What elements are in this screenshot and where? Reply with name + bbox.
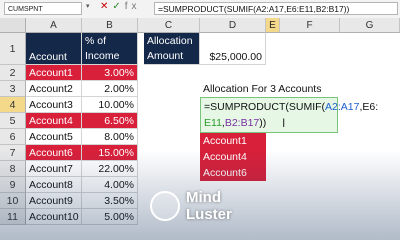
account-cell[interactable]: Account1 [26,65,82,81]
enter-icon[interactable]: ✓ [112,1,124,12]
row-header-9[interactable]: 9 [0,177,26,193]
name-box[interactable]: CUMSPNT [4,2,82,15]
formula-part: )) [259,117,267,129]
header-allocation-amount[interactable]: Allocation Amount [144,33,200,65]
column-header-f[interactable]: F [280,18,340,33]
row-header-10[interactable]: 10 [0,193,26,209]
row-header-4[interactable]: 4 [0,97,26,113]
row-header-1[interactable]: 1 [0,33,26,65]
formula-bar: CUMSPNT ▾ ✕✓fx =SUMPRODUCT(SUMIF(A2:A17,… [0,0,400,19]
brain-icon [150,191,180,221]
account-cell[interactable]: Account9 [26,193,82,209]
pct-cell[interactable]: 15.00% [82,145,138,161]
fx-icon[interactable]: fx [125,1,141,12]
selected-account-cell[interactable]: Account4 [200,149,266,165]
account-cell[interactable]: Account6 [26,145,82,161]
formula-part: =SUMPRODUCT(SUMIF( [204,101,326,113]
account-cell[interactable]: Account4 [26,113,82,129]
allocation-title[interactable]: Allocation For 3 Accounts [200,81,340,97]
column-header-e[interactable]: E [266,18,280,33]
selected-account-cell[interactable]: Account6 [200,165,266,181]
row-header-8[interactable]: 8 [0,161,26,177]
pct-cell[interactable]: 2.00% [82,81,138,97]
row-header-7[interactable]: 7 [0,145,26,161]
active-cell-editor[interactable]: =SUMPRODUCT(SUMIF(A2:A17,E6: E11,B2:B17)) [200,97,378,133]
account-cell[interactable]: Account5 [26,129,82,145]
select-all-corner[interactable] [0,18,26,33]
account-cell[interactable]: Account8 [26,177,82,193]
formula-part: ,E6: [359,101,379,113]
allocation-value[interactable]: $25,000.00 [200,33,266,65]
chevron-down-icon[interactable]: ▾ [86,2,90,10]
formula-ref-b: B2:B17 [224,117,260,129]
row-header-2[interactable]: 2 [0,65,26,81]
header-pct-income[interactable]: % of Income [82,33,138,65]
logo-line1: Mind [186,189,221,206]
row-header-5[interactable]: 5 [0,113,26,129]
column-header-c[interactable]: C [138,18,200,33]
pct-cell[interactable]: 6.50% [82,113,138,129]
text-cursor-icon: I [282,116,286,130]
pct-cell[interactable]: 5.00% [82,209,138,225]
column-header-g[interactable]: G [340,18,400,33]
logo-text: Mind Luster [186,189,232,223]
row-header-3[interactable]: 3 [0,81,26,97]
pct-cell[interactable]: 8.00% [82,129,138,145]
account-cell[interactable]: Account3 [26,97,82,113]
pct-cell[interactable]: 3.00% [82,65,138,81]
pct-cell[interactable]: 4.00% [82,177,138,193]
header-account[interactable]: Account [26,33,82,65]
column-header-d[interactable]: D [200,18,266,33]
formula-ref-e: E11 [204,117,222,129]
pct-cell[interactable]: 3.50% [82,193,138,209]
selected-account-cell[interactable]: Account1 [200,133,266,149]
account-cell[interactable]: Account10 [26,209,82,225]
column-header-b[interactable]: B [82,18,138,33]
formula-ref-a: A2:A17 [325,101,360,113]
account-cell[interactable]: Account7 [26,161,82,177]
row-header-6[interactable]: 6 [0,129,26,145]
column-header-a[interactable]: A [26,18,82,33]
mindluster-logo: Mind Luster [150,188,250,228]
logo-line2: Luster [186,206,232,223]
cancel-icon[interactable]: ✕ [100,1,112,12]
row-header-11[interactable]: 11 [0,209,26,225]
account-cell[interactable]: Account2 [26,81,82,97]
pct-cell[interactable]: 22.00% [82,161,138,177]
formula-icons: ✕✓fx [100,1,141,12]
pct-cell[interactable]: 10.00% [82,97,138,113]
formula-input[interactable]: =SUMPRODUCT(SUMIF(A2:A17,E6:E11,B2:B17)) [154,2,398,15]
